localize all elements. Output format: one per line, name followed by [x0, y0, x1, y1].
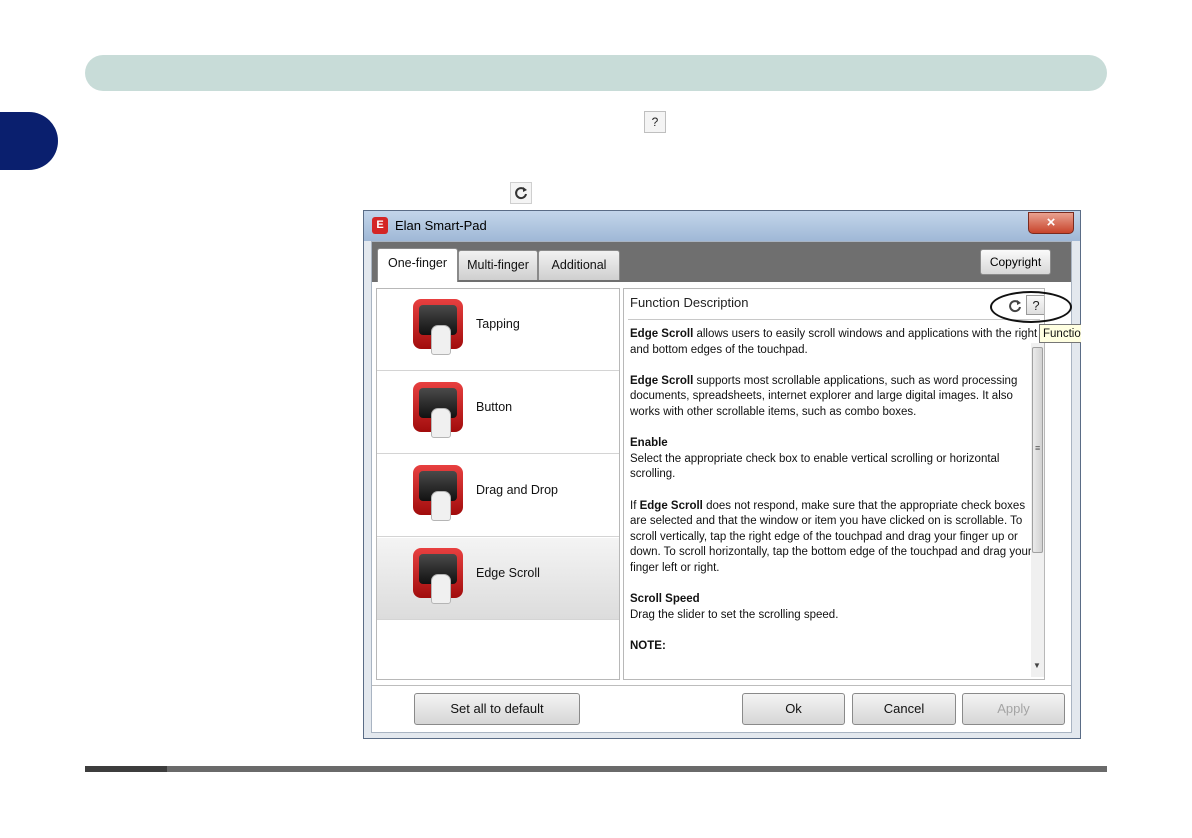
button-row-divider [372, 685, 1071, 686]
elan-smart-pad-window: E Elan Smart-Pad × One-finger Multi-fing… [363, 210, 1081, 739]
tooltip: Function [1039, 324, 1081, 343]
function-item-label: Tapping [476, 317, 520, 331]
elan-app-icon: E [372, 217, 388, 234]
ok-button[interactable]: Ok [742, 693, 845, 725]
function-item-label: Drag and Drop [476, 483, 558, 497]
function-item-edge-scroll[interactable]: ↔ Edge Scroll [377, 538, 619, 620]
tapping-icon [413, 299, 463, 355]
function-list: Tapping Button Drag and Drop ↔ Edge Scro… [376, 288, 620, 680]
cancel-button[interactable]: Cancel [852, 693, 956, 725]
chapter-tab [0, 112, 58, 170]
section-heading: Scroll Speed [630, 593, 700, 606]
function-item-label: Edge Scroll [476, 566, 540, 580]
apply-button[interactable]: Apply [962, 693, 1065, 725]
description-text: If [630, 499, 640, 512]
scroll-thumb[interactable]: ≡ [1032, 347, 1043, 553]
tab-one-finger[interactable]: One-finger [377, 248, 458, 282]
description-text: Drag the slider to set the scrolling spe… [630, 608, 839, 621]
page-header-bar [85, 55, 1107, 91]
footer-rule [85, 766, 1107, 772]
section-heading: NOTE: [630, 639, 666, 652]
tab-multi-finger[interactable]: Multi-finger [458, 250, 538, 280]
keyword: Edge Scroll [630, 328, 694, 340]
tab-additional[interactable]: Additional [538, 250, 620, 280]
keyword: Edge Scroll [639, 499, 703, 512]
scroll-down-arrow-icon[interactable]: ▼ [1033, 661, 1041, 670]
description-text: Select the appropriate check box to enab… [630, 452, 1000, 481]
edge-scroll-icon: ↔ [413, 548, 463, 604]
header-divider [628, 319, 1040, 320]
window-titlebar: E Elan Smart-Pad × [364, 211, 1080, 241]
function-description-text: Edge Scroll allows users to easily scrol… [630, 327, 1040, 670]
function-description-title: Function Description [630, 295, 749, 310]
window-client-area: One-finger Multi-finger Additional Copyr… [371, 241, 1072, 733]
window-title: Elan Smart-Pad [395, 218, 487, 233]
section-heading: Enable [630, 437, 668, 450]
function-description-panel: Function Description ? Edge Scroll allow… [623, 288, 1045, 680]
button-icon [413, 382, 463, 438]
tab-strip: One-finger Multi-finger Additional Copyr… [372, 242, 1071, 282]
refresh-icon [510, 182, 532, 204]
keyword: Edge Scroll [630, 374, 694, 387]
function-item-tapping[interactable]: Tapping [377, 289, 619, 371]
close-button[interactable]: × [1028, 212, 1074, 234]
help-icon: ? [644, 111, 666, 133]
callout-ellipse [990, 291, 1072, 323]
description-scrollbar[interactable]: ≡ ▼ [1031, 343, 1044, 677]
function-item-drag-and-drop[interactable]: Drag and Drop [377, 455, 619, 537]
drag-and-drop-icon [413, 465, 463, 521]
function-item-label: Button [476, 400, 513, 414]
set-all-to-default-button[interactable]: Set all to default [414, 693, 580, 725]
copyright-button[interactable]: Copyright [980, 249, 1051, 275]
function-item-button[interactable]: Button [377, 372, 619, 454]
